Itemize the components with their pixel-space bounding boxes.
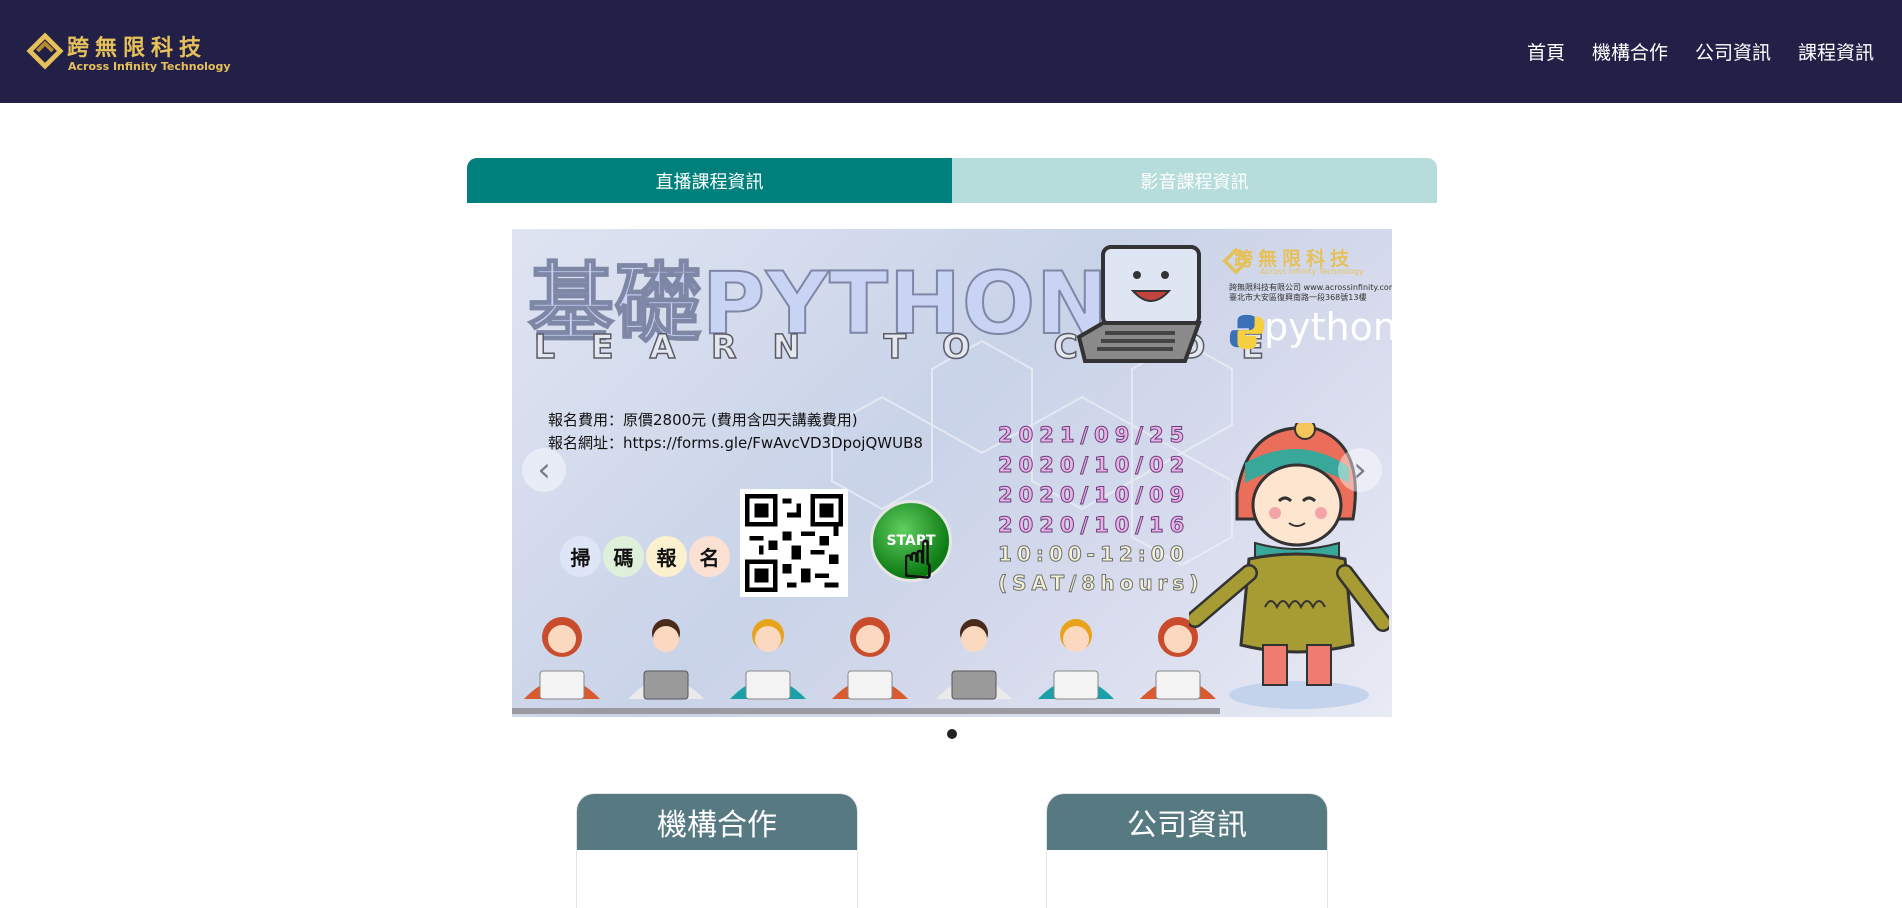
nav-company-link[interactable]: 公司資訊 (1695, 38, 1771, 65)
company-info-card-title: 公司資訊 (1047, 794, 1327, 850)
scan-char-badge: 報 (646, 536, 687, 577)
tab-video-courses[interactable]: 影音課程資訊 (952, 158, 1437, 203)
carousel-next-button[interactable]: › (1338, 448, 1382, 492)
course-tabs: 直播課程資訊 影音課程資訊 (467, 158, 1437, 203)
scan-char-badge: 碼 (603, 536, 644, 577)
scan-to-register-badges: 掃 碼 報 名 (560, 536, 730, 577)
partnership-card[interactable]: 機構合作 (576, 793, 858, 908)
banner-date-list: 2021/09/25 2020/10/02 2020/10/09 2020/10… (997, 420, 1204, 598)
banner-fee-text: 報名費用：原價2800元 (費用含四天講義費用) (548, 411, 858, 429)
banner-desk-line (512, 708, 1220, 714)
site-header: 跨無限科技 Across Infinity Technology 首頁 機構合作… (0, 0, 1902, 103)
banner-url-text: 報名網址：https://forms.gle/FwAvcVD3DpojQWUB8 (548, 434, 923, 452)
banner-date: 2020/10/02 (997, 453, 1191, 478)
qr-code-icon[interactable] (740, 489, 848, 597)
tab-live-courses[interactable]: 直播課程資訊 (467, 158, 952, 203)
main-nav: 首頁 機構合作 公司資訊 課程資訊 (1527, 38, 1874, 65)
nav-courses-link[interactable]: 課程資訊 (1798, 38, 1874, 65)
students-at-laptops-illustration (524, 617, 1216, 700)
pointing-hand-icon: ☝ (901, 531, 934, 591)
company-info-card[interactable]: 公司資訊 (1046, 793, 1328, 908)
banner-date: 2020/10/09 (997, 483, 1191, 508)
banner-time: 10:00-12:00 (997, 542, 1189, 567)
banner-python-label: python (1264, 305, 1392, 349)
nav-home-link[interactable]: 首頁 (1527, 38, 1565, 65)
logo-mark-icon (26, 32, 64, 70)
banner-carousel: 基礎PYTHON LEARN TO CODE 跨無限科技 Across Infi… (512, 229, 1392, 717)
banner-time-note: (SAT/8hours) (997, 571, 1204, 596)
smiling-laptop-icon (1076, 245, 1202, 363)
chevron-right-icon: › (1353, 450, 1367, 490)
scan-char-badge: 掃 (560, 536, 601, 577)
chevron-left-icon: ‹ (537, 450, 551, 490)
banner-date: 2020/10/16 (997, 513, 1191, 538)
carousel-dot-1[interactable] (947, 729, 957, 739)
logo-english-text: Across Infinity Technology (68, 60, 231, 73)
scan-char-badge: 名 (689, 536, 730, 577)
partnership-card-title: 機構合作 (577, 794, 857, 850)
logo-chinese-text: 跨無限科技 (67, 36, 208, 61)
banner-company-line2: 臺北市大安區復興南路一段368號13樓 (1229, 293, 1367, 302)
python-logo-icon (1229, 314, 1265, 350)
banner-date: 2021/09/25 (997, 423, 1191, 448)
python-course-banner[interactable]: 基礎PYTHON LEARN TO CODE 跨無限科技 Across Infi… (512, 229, 1392, 717)
banner-logo-english: Across Infinity Technology (1260, 267, 1364, 276)
carousel-prev-button[interactable]: ‹ (522, 448, 566, 492)
carousel-indicators (947, 729, 957, 739)
site-logo[interactable]: 跨無限科技 Across Infinity Technology (26, 30, 231, 75)
nav-partnership-link[interactable]: 機構合作 (1592, 38, 1668, 65)
